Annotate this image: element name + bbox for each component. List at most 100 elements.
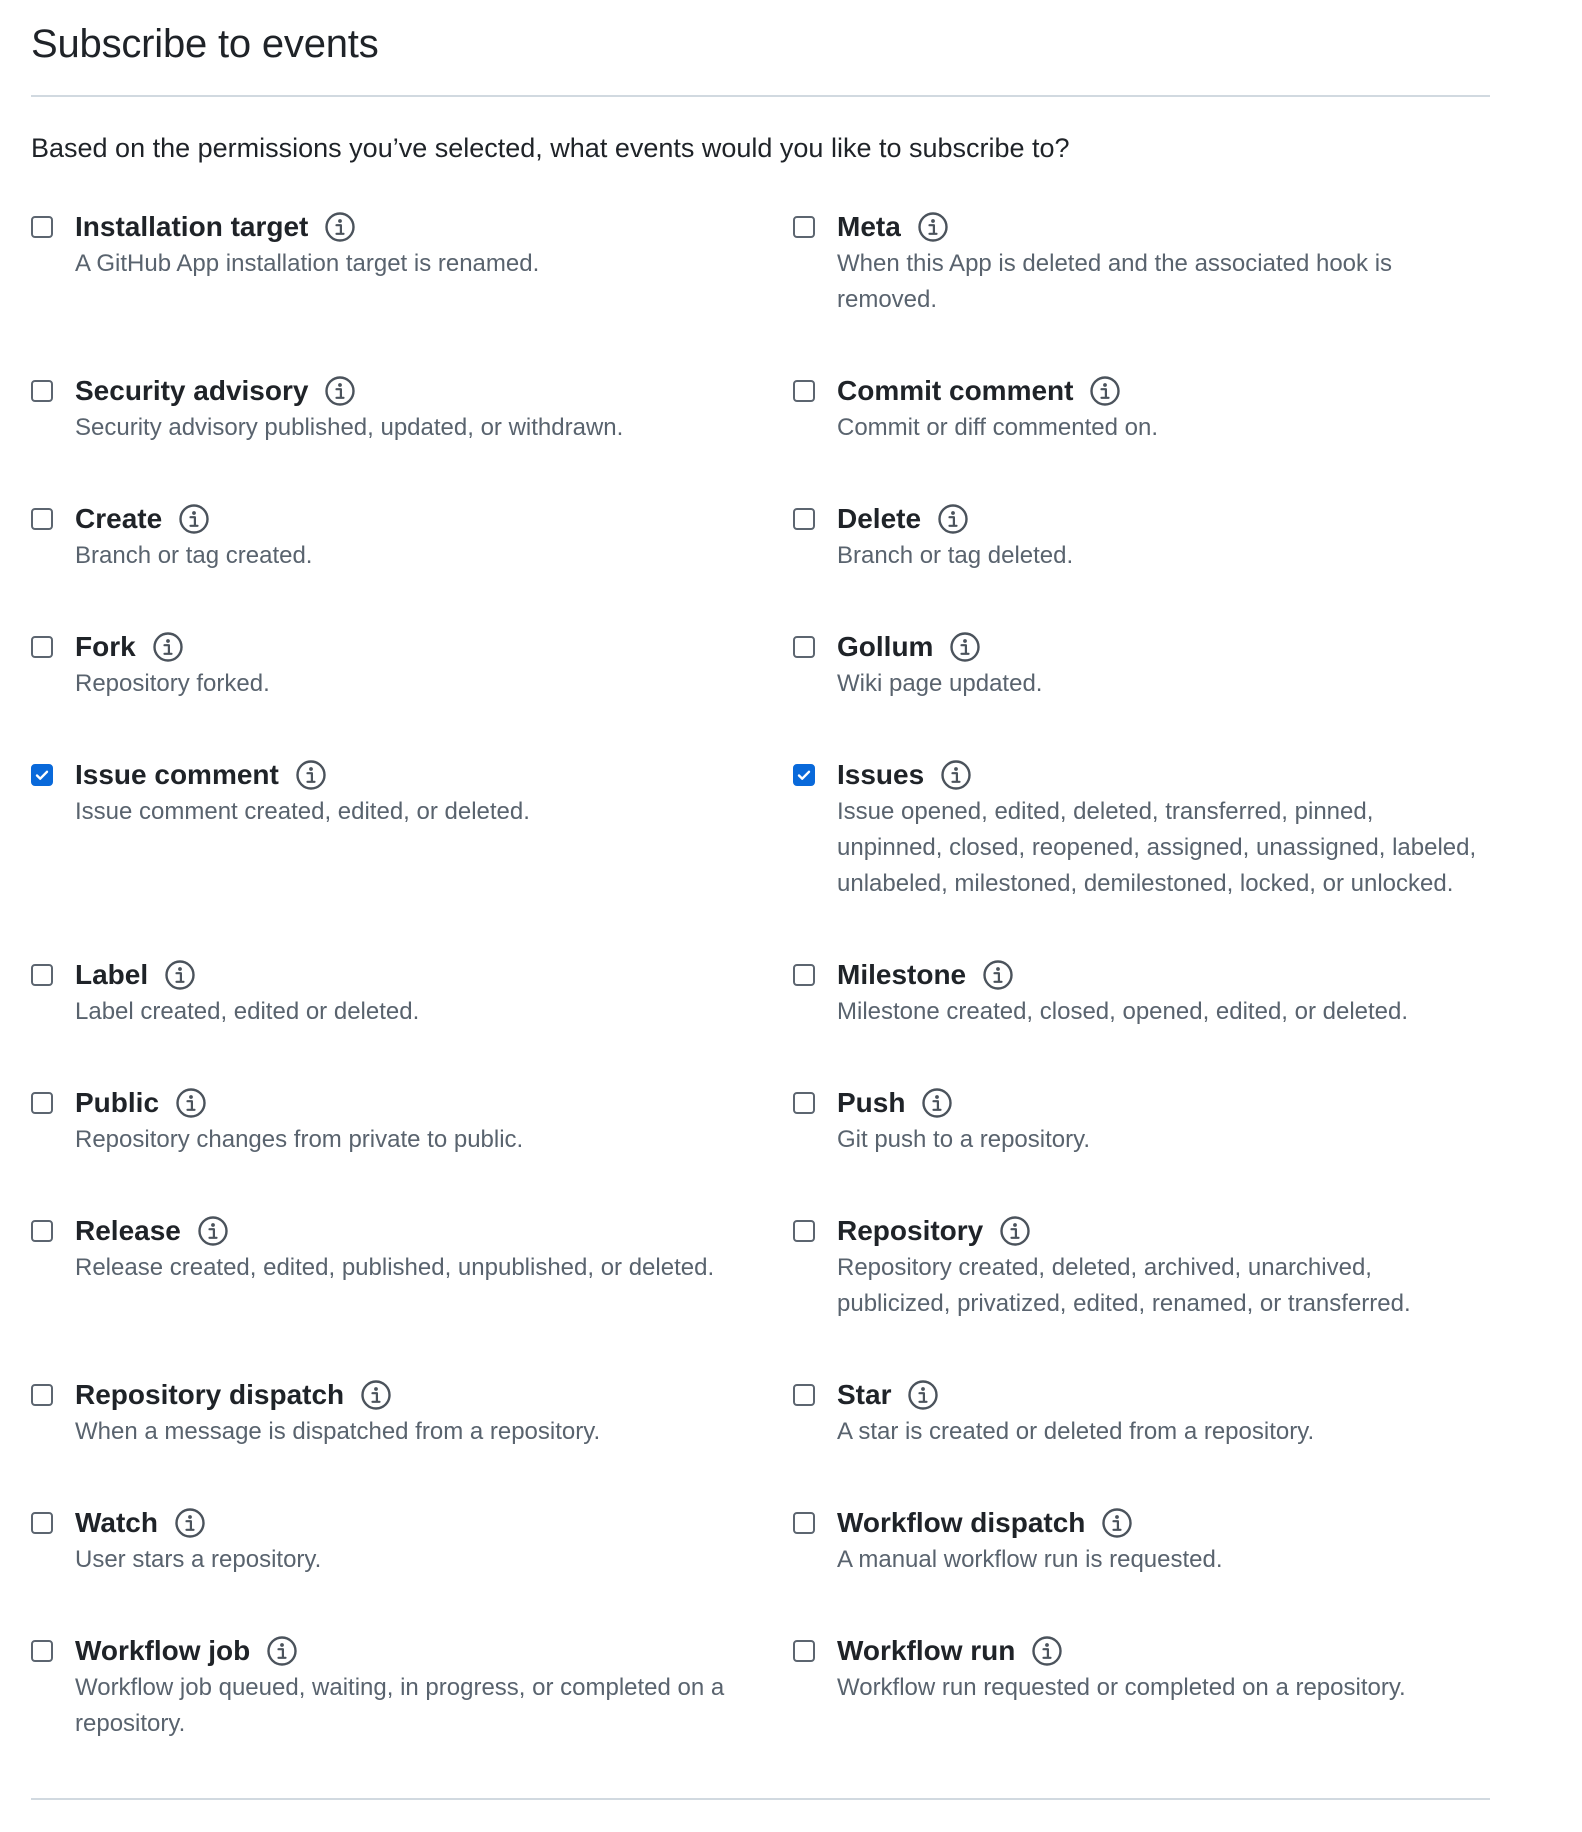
- event-description: A star is created or deleted from a repo…: [837, 1418, 1315, 1445]
- info-icon[interactable]: [949, 631, 981, 663]
- event-checkbox-create[interactable]: [31, 508, 53, 530]
- event-description: A manual workflow run is requested.: [837, 1546, 1223, 1573]
- event-header: Release: [75, 1212, 735, 1250]
- info-icon[interactable]: [921, 1087, 953, 1119]
- event-body: Security advisory Security advisory publi…: [75, 372, 735, 446]
- info-icon[interactable]: [1101, 1507, 1133, 1539]
- event-checkbox-fork[interactable]: [31, 636, 53, 658]
- event-name[interactable]: Milestone: [837, 959, 966, 991]
- event-checkbox-issues[interactable]: [793, 764, 815, 786]
- event-body: Gollum Wiki page updated.: [837, 628, 1477, 702]
- info-icon[interactable]: [360, 1379, 392, 1411]
- event-name[interactable]: Security advisory: [75, 375, 308, 407]
- event-name[interactable]: Label: [75, 959, 148, 991]
- event-name[interactable]: Workflow dispatch: [837, 1507, 1085, 1539]
- subscribe-to-events-section: Subscribe to events Based on the permiss…: [0, 0, 1582, 1832]
- event-checkbox-gollum[interactable]: [793, 636, 815, 658]
- event-name[interactable]: Repository dispatch: [75, 1379, 344, 1411]
- event-body: Star A star is created or deleted from a …: [837, 1376, 1477, 1450]
- event-name[interactable]: Workflow job: [75, 1635, 250, 1667]
- event-checkbox-commit-comment[interactable]: [793, 380, 815, 402]
- info-icon[interactable]: [178, 503, 210, 535]
- info-icon[interactable]: [197, 1215, 229, 1247]
- event-checkbox-release[interactable]: [31, 1220, 53, 1242]
- event-name[interactable]: Gollum: [837, 631, 933, 663]
- info-icon[interactable]: [940, 759, 972, 791]
- info-icon[interactable]: [999, 1215, 1031, 1247]
- event-checkbox-delete[interactable]: [793, 508, 815, 530]
- event-name[interactable]: Issues: [837, 759, 924, 791]
- event-description: When a message is dispatched from a repo…: [75, 1418, 601, 1445]
- info-icon[interactable]: [1089, 375, 1121, 407]
- event-name[interactable]: Repository: [837, 1215, 983, 1247]
- event-checkbox-workflow-run[interactable]: [793, 1640, 815, 1662]
- info-icon[interactable]: [266, 1635, 298, 1667]
- event-name[interactable]: Star: [837, 1379, 891, 1411]
- event-option-delete: Delete Branch or tag deleted.: [793, 500, 1491, 574]
- event-name[interactable]: Push: [837, 1087, 905, 1119]
- event-name[interactable]: Fork: [75, 631, 136, 663]
- event-option-repository-dispatch: Repository dispatch When a message is dis…: [31, 1376, 793, 1450]
- event-description: Workflow run requested or completed on a…: [837, 1674, 1406, 1701]
- event-body: Fork Repository forked.: [75, 628, 735, 702]
- event-checkbox-public[interactable]: [31, 1092, 53, 1114]
- event-name[interactable]: Watch: [75, 1507, 158, 1539]
- event-body: Installation target A GitHub App installa…: [75, 208, 735, 282]
- event-description: Issue comment created, edited, or delete…: [75, 798, 530, 825]
- event-checkbox-watch[interactable]: [31, 1512, 53, 1534]
- event-name[interactable]: Release: [75, 1215, 181, 1247]
- event-checkbox-security-advisory[interactable]: [31, 380, 53, 402]
- event-checkbox-installation-target[interactable]: [31, 216, 53, 238]
- event-body: Public Repository changes from private to…: [75, 1084, 735, 1158]
- event-body: Issues Issue opened, edited, deleted, tra…: [837, 756, 1477, 902]
- event-description: Label created, edited or deleted.: [75, 998, 420, 1025]
- event-name[interactable]: Installation target: [75, 211, 308, 243]
- info-icon[interactable]: [164, 959, 196, 991]
- event-checkbox-workflow-dispatch[interactable]: [793, 1512, 815, 1534]
- event-checkbox-repository-dispatch[interactable]: [31, 1384, 53, 1406]
- event-name[interactable]: Delete: [837, 503, 921, 535]
- event-name[interactable]: Create: [75, 503, 162, 535]
- event-header: Workflow run: [837, 1632, 1477, 1670]
- event-name[interactable]: Meta: [837, 211, 901, 243]
- event-checkbox-workflow-job[interactable]: [31, 1640, 53, 1662]
- info-icon[interactable]: [937, 503, 969, 535]
- info-icon[interactable]: [1031, 1635, 1063, 1667]
- event-checkbox-issue-comment[interactable]: [31, 764, 53, 786]
- event-name[interactable]: Workflow run: [837, 1635, 1015, 1667]
- event-checkbox-milestone[interactable]: [793, 964, 815, 986]
- info-icon[interactable]: [174, 1507, 206, 1539]
- info-icon[interactable]: [907, 1379, 939, 1411]
- event-checkbox-star[interactable]: [793, 1384, 815, 1406]
- event-body: Repository Repository created, deleted, a…: [837, 1212, 1477, 1322]
- event-name[interactable]: Issue comment: [75, 759, 279, 791]
- event-description: Git push to a repository.: [837, 1126, 1091, 1153]
- check-icon: [34, 767, 50, 783]
- event-description: Wiki page updated.: [837, 670, 1043, 697]
- info-icon[interactable]: [324, 375, 356, 407]
- event-checkbox-repository[interactable]: [793, 1220, 815, 1242]
- event-option-commit-comment: Commit comment Commit or diff commented o…: [793, 372, 1491, 446]
- event-option-workflow-dispatch: Workflow dispatch A manual workflow run i…: [793, 1504, 1491, 1578]
- event-header: Meta: [837, 208, 1477, 246]
- info-icon[interactable]: [324, 211, 356, 243]
- info-icon[interactable]: [152, 631, 184, 663]
- event-description: Milestone created, closed, opened, edite…: [837, 998, 1409, 1025]
- section-intro: Based on the permissions you’ve selected…: [31, 133, 1070, 163]
- event-description: Security advisory published, updated, or…: [75, 414, 624, 441]
- event-header: Repository: [837, 1212, 1477, 1250]
- info-icon[interactable]: [917, 211, 949, 243]
- info-icon[interactable]: [295, 759, 327, 791]
- event-body: Commit comment Commit or diff commented o…: [837, 372, 1477, 446]
- event-header: Create: [75, 500, 735, 538]
- info-icon[interactable]: [982, 959, 1014, 991]
- info-icon[interactable]: [175, 1087, 207, 1119]
- event-name[interactable]: Commit comment: [837, 375, 1073, 407]
- event-option-security-advisory: Security advisory Security advisory publi…: [31, 372, 793, 446]
- event-checkbox-push[interactable]: [793, 1092, 815, 1114]
- event-name[interactable]: Public: [75, 1087, 159, 1119]
- event-checkbox-label[interactable]: [31, 964, 53, 986]
- event-checkbox-meta[interactable]: [793, 216, 815, 238]
- event-description: Release created, edited, published, unpu…: [75, 1254, 715, 1281]
- event-option-star: Star A star is created or deleted from a …: [793, 1376, 1491, 1450]
